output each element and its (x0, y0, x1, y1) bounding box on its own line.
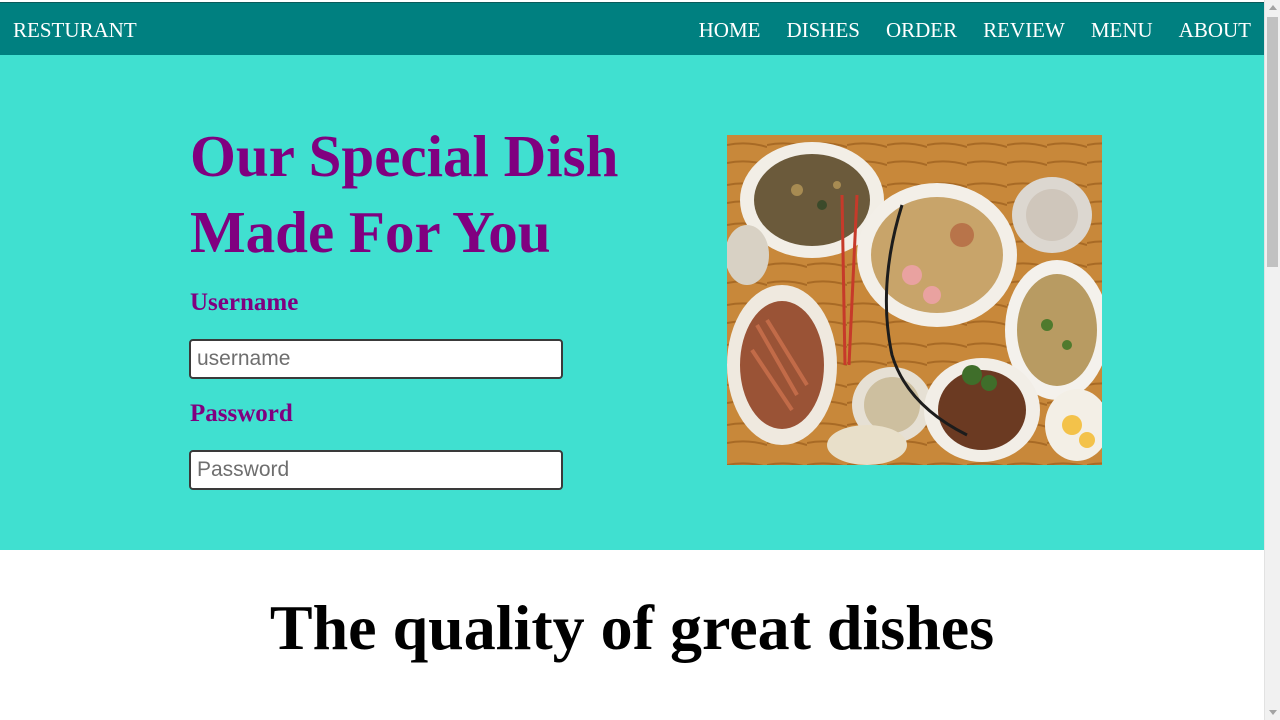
nav-link-menu[interactable]: MENU (1091, 18, 1153, 42)
nav-link-dishes[interactable]: DISHES (786, 18, 860, 42)
quality-section-title: The quality of great dishes (269, 592, 995, 663)
page: RESTURANT HOME DISHES ORDER REVIEW MENU … (0, 0, 1264, 720)
nav-link-review[interactable]: REVIEW (983, 18, 1065, 42)
username-input[interactable] (189, 339, 563, 379)
special-dish-image (727, 135, 1102, 465)
scrollbar-thumb[interactable] (1267, 17, 1278, 267)
nav-link-order[interactable]: ORDER (886, 18, 957, 42)
scroll-up-arrow-icon[interactable] (1269, 5, 1277, 10)
scroll-down-arrow-icon[interactable] (1269, 710, 1277, 715)
nav-links: HOME DISHES ORDER REVIEW MENU ABOUT (699, 18, 1251, 42)
hero-section: Our Special Dish Made For You Username P… (0, 55, 1264, 550)
brand-logo-text[interactable]: RESTURANT (13, 18, 137, 42)
navbar: RESTURANT HOME DISHES ORDER REVIEW MENU … (0, 2, 1264, 55)
password-input[interactable] (189, 450, 563, 490)
password-label: Password (190, 400, 293, 427)
hero-title: Our Special Dish Made For You (190, 123, 619, 265)
username-label: Username (190, 289, 299, 316)
nav-link-home[interactable]: HOME (699, 18, 761, 42)
nav-link-about[interactable]: ABOUT (1179, 18, 1251, 42)
vertical-scrollbar[interactable] (1264, 0, 1280, 720)
